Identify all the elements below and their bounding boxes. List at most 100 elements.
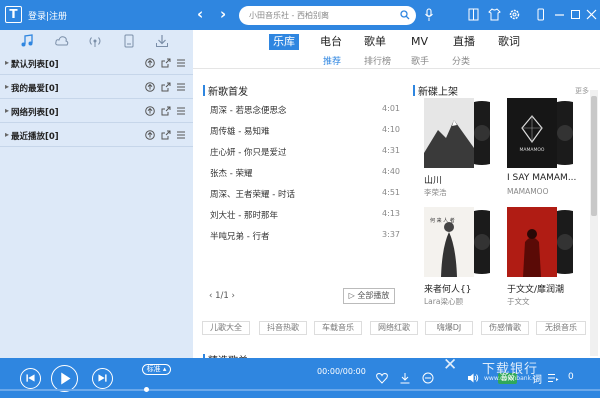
- next-button[interactable]: [92, 368, 113, 389]
- album-cover[interactable]: [424, 98, 490, 168]
- menu-icon[interactable]: [176, 58, 186, 68]
- progress-handle[interactable]: [144, 387, 149, 392]
- expand-arrow-icon[interactable]: ▸: [5, 58, 9, 67]
- shirt-icon[interactable]: [488, 8, 501, 21]
- expand-arrow-icon[interactable]: ▸: [5, 82, 9, 91]
- tag-chip[interactable]: 嗨爆DJ: [425, 321, 473, 335]
- radio-icon[interactable]: [88, 34, 102, 48]
- previous-button[interactable]: [20, 368, 41, 389]
- wardrobe-icon[interactable]: [467, 8, 480, 21]
- tab-mv[interactable]: MV: [411, 34, 428, 50]
- music-note-icon[interactable]: [20, 34, 34, 48]
- song-duration: 4:10: [382, 125, 400, 134]
- album-artist[interactable]: Lara梁心颐: [424, 296, 463, 307]
- album-card[interactable]: 于文文/靡润潮 于文文: [507, 207, 573, 307]
- song-duration: 4:13: [382, 209, 400, 218]
- tag-chip[interactable]: 伤感情歌: [481, 321, 529, 335]
- heart-icon[interactable]: [376, 372, 388, 384]
- minus-circle-icon[interactable]: [422, 372, 434, 384]
- album-cover[interactable]: [507, 207, 573, 277]
- login-link[interactable]: 登录|注册: [28, 9, 67, 22]
- forward-button[interactable]: ›: [220, 5, 226, 23]
- tab-radio[interactable]: 电台: [320, 34, 342, 50]
- playlist-row[interactable]: ▸ 默认列表[0]: [0, 52, 193, 75]
- volume-icon[interactable]: [467, 372, 479, 384]
- song-row[interactable]: 庄心妍 - 你只是爱过 4:31: [210, 142, 400, 163]
- search-icon[interactable]: [400, 10, 410, 20]
- sidebar: ▸ 默认列表[0] ▸ 我的最爱[0] ▸ 网络列表[0] ▸ 最近播放[0]: [0, 30, 193, 358]
- album-title[interactable]: 山川: [424, 173, 442, 186]
- expand-arrow-icon[interactable]: ▸: [5, 130, 9, 139]
- album-cover[interactable]: 何 来 人 者: [424, 207, 490, 277]
- minimize-icon[interactable]: [553, 8, 566, 21]
- download-icon[interactable]: [155, 34, 169, 48]
- song-row[interactable]: 张杰 - 荣耀 4:40: [210, 163, 400, 184]
- tab-playlists[interactable]: 歌单: [364, 34, 386, 50]
- share-icon[interactable]: [161, 82, 171, 92]
- song-row[interactable]: 周深 - 若思念便思念 4:01: [210, 100, 400, 121]
- maximize-icon[interactable]: [569, 8, 582, 21]
- playlist-row[interactable]: ▸ 最近播放[0]: [0, 124, 193, 147]
- search-input[interactable]: 小田音乐社 - 西柏别离: [239, 6, 416, 25]
- album-card[interactable]: 山川 李荣浩: [424, 98, 490, 198]
- back-button[interactable]: ‹: [197, 5, 203, 23]
- album-card[interactable]: 何 来 人 者 来者何人{} Lara梁心颐: [424, 207, 490, 307]
- menu-icon[interactable]: [176, 106, 186, 116]
- song-row[interactable]: 刘大壮 - 那时那年 4:13: [210, 205, 400, 226]
- phone-icon[interactable]: [534, 8, 547, 21]
- song-row[interactable]: 半吨兄弟 - 行者 3:37: [210, 226, 400, 247]
- subtab-categories[interactable]: 分类: [452, 54, 470, 67]
- share-icon[interactable]: [161, 106, 171, 116]
- subtab-recommend[interactable]: 推荐: [323, 54, 341, 67]
- song-row[interactable]: 周深、王者荣耀 - 时话 4:51: [210, 184, 400, 205]
- song-name: 半吨兄弟 - 行者: [210, 232, 270, 242]
- album-title[interactable]: 来者何人{}: [424, 282, 471, 295]
- playlist-row[interactable]: ▸ 我的最爱[0]: [0, 76, 193, 99]
- album-artist[interactable]: 李荣浩: [424, 187, 447, 198]
- progress-track[interactable]: [0, 389, 600, 391]
- tag-chip[interactable]: 儿歌大全: [202, 321, 250, 335]
- album-cover[interactable]: MAMAMOO: [507, 98, 573, 168]
- album-artist[interactable]: 于文文: [507, 296, 530, 307]
- scrollbar-thumb[interactable]: [591, 96, 597, 216]
- album-title[interactable]: I SAY MAMAM...: [507, 173, 576, 183]
- tag-chip[interactable]: 车载音乐: [314, 321, 362, 335]
- download-icon[interactable]: [399, 372, 411, 384]
- new-albums-title: 新碟上架: [418, 87, 458, 98]
- pager[interactable]: ‹ 1/1 ›: [209, 291, 235, 301]
- tag-chip[interactable]: 抖音热歌: [259, 321, 307, 335]
- quality-selector[interactable]: 标准 ▴: [142, 364, 171, 375]
- album-title[interactable]: 于文文/靡润潮: [507, 282, 564, 295]
- gear-icon[interactable]: [508, 8, 521, 21]
- upload-icon[interactable]: [145, 82, 155, 92]
- share-icon[interactable]: [161, 130, 171, 140]
- expand-arrow-icon[interactable]: ▸: [5, 106, 9, 115]
- menu-icon[interactable]: [176, 82, 186, 92]
- song-name: 刘大壮 - 那时那年: [210, 211, 278, 221]
- device-icon[interactable]: [122, 34, 136, 48]
- tag-chip[interactable]: 网络红歌: [370, 321, 418, 335]
- microphone-icon[interactable]: [424, 8, 434, 22]
- subtab-charts[interactable]: 排行榜: [364, 54, 391, 67]
- upload-icon[interactable]: [145, 106, 155, 116]
- album-card[interactable]: MAMAMOO I SAY MAMAM... MAMAMOO: [507, 98, 576, 198]
- subtab-singers[interactable]: 歌手: [411, 54, 429, 67]
- album-cover-text: 何 来 人 者: [430, 217, 455, 224]
- tab-lyrics[interactable]: 歌词: [498, 34, 520, 50]
- menu-icon[interactable]: [176, 130, 186, 140]
- play-button[interactable]: [51, 365, 78, 392]
- cloud-icon[interactable]: [55, 34, 69, 48]
- tab-live[interactable]: 直播: [453, 34, 475, 50]
- song-row[interactable]: 周传雄 - 易知难 4:10: [210, 121, 400, 142]
- close-icon[interactable]: [585, 8, 598, 21]
- tag-chip[interactable]: 无损音乐: [536, 321, 586, 335]
- playlist-icon[interactable]: [547, 372, 559, 384]
- play-all-button[interactable]: ▷ 全部播放: [343, 288, 395, 304]
- share-icon[interactable]: [161, 58, 171, 68]
- album-artist[interactable]: MAMAMOO: [507, 187, 548, 196]
- more-link[interactable]: 更多: [575, 86, 589, 96]
- upload-icon[interactable]: [145, 58, 155, 68]
- upload-icon[interactable]: [145, 130, 155, 140]
- tab-library[interactable]: 乐库: [269, 34, 299, 50]
- playlist-row[interactable]: ▸ 网络列表[0]: [0, 100, 193, 123]
